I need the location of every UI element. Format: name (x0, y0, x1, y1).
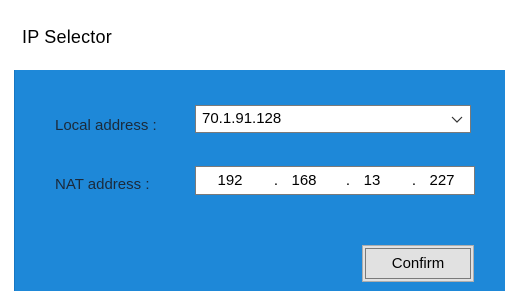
nat-octet-4[interactable]: 227 (422, 172, 462, 189)
title-bar: IP Selector (0, 0, 518, 70)
nat-octet-1[interactable]: 192 (210, 172, 250, 189)
nat-address-label: NAT address : (55, 176, 150, 193)
window-title: IP Selector (22, 27, 112, 47)
dialog-body: Local address : 70.1.91.128 NAT address … (14, 70, 505, 291)
octet-separator: . (411, 172, 417, 189)
octet-separator: . (273, 172, 279, 189)
confirm-button-label: Confirm (365, 248, 471, 279)
nat-octet-3[interactable]: 13 (352, 172, 392, 189)
nat-address-ip-field[interactable]: 192 . 168 . 13 . 227 (195, 166, 475, 195)
chevron-down-icon[interactable] (450, 112, 464, 126)
octet-separator: . (345, 172, 351, 189)
nat-octet-2[interactable]: 168 (284, 172, 324, 189)
local-address-label: Local address : (55, 117, 157, 134)
ip-selector-window: IP Selector Local address : 70.1.91.128 … (0, 0, 518, 291)
local-address-dropdown[interactable]: 70.1.91.128 (195, 105, 471, 133)
local-address-value: 70.1.91.128 (202, 110, 282, 127)
confirm-button[interactable]: Confirm (360, 243, 476, 284)
